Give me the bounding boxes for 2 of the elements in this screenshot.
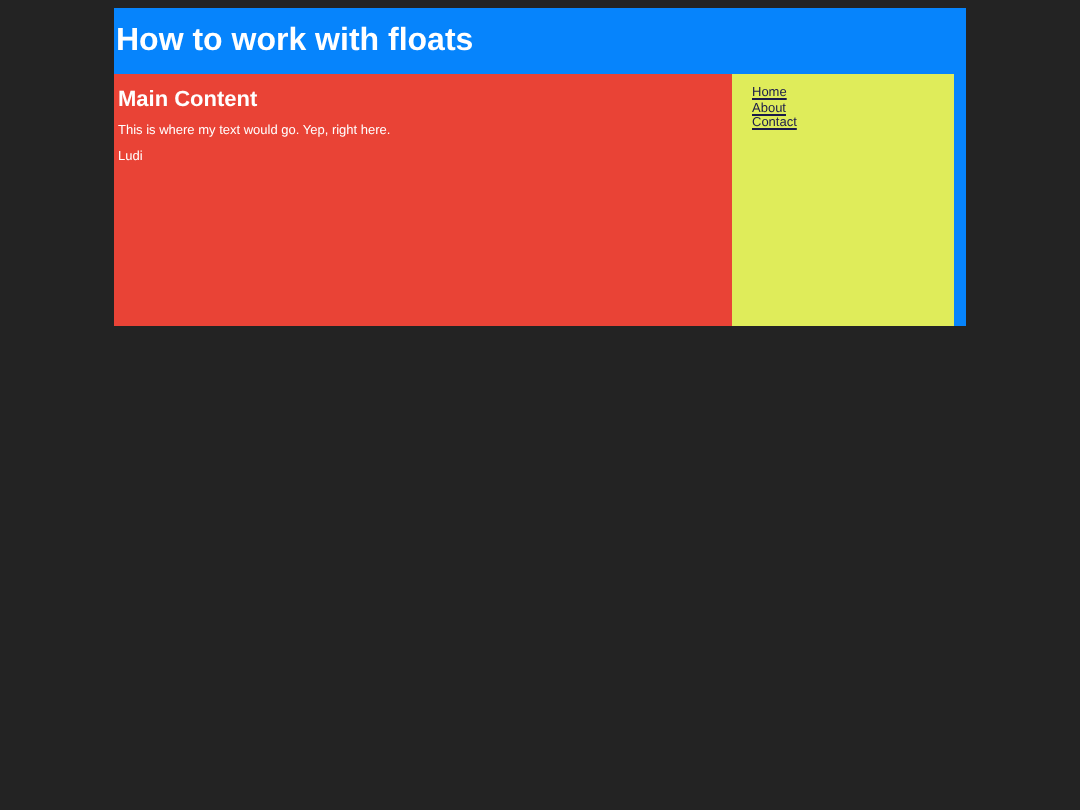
- page-title: How to work with floats: [114, 22, 476, 62]
- main-heading: Main Content: [118, 88, 260, 112]
